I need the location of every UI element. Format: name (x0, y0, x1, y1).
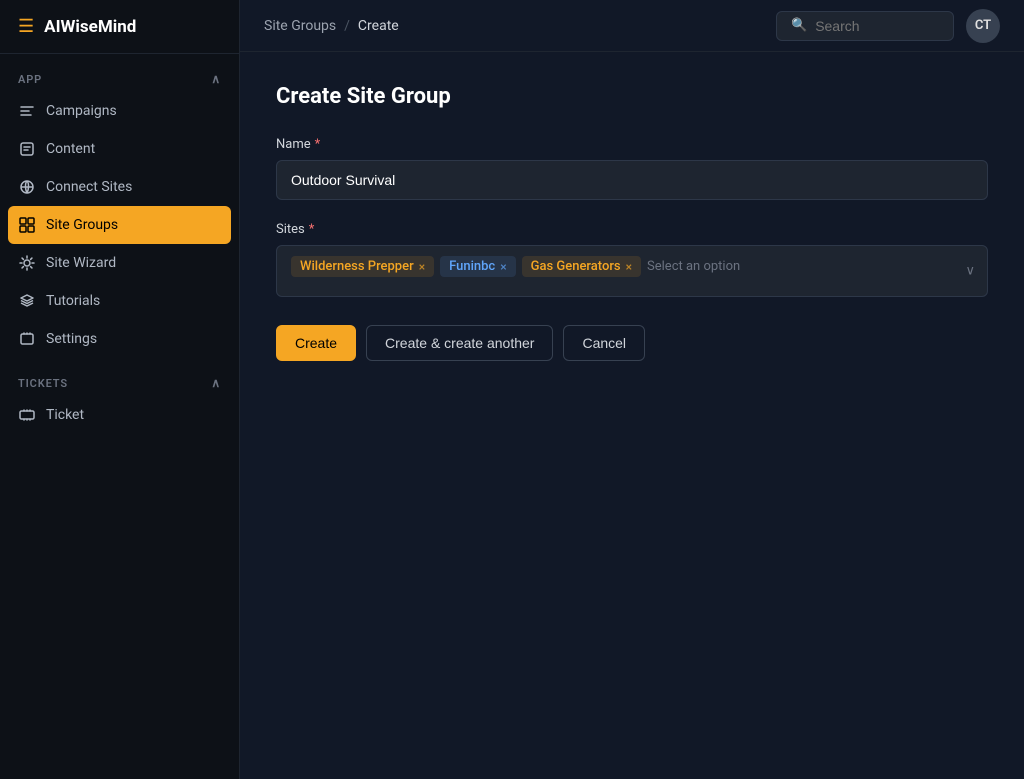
topbar: Site Groups / Create 🔍 CT (240, 0, 1024, 52)
connect-sites-label: Connect Sites (46, 179, 132, 195)
app-section-label: APP ∧ (0, 54, 239, 92)
sidebar-item-ticket[interactable]: Ticket (0, 396, 239, 434)
site-wizard-icon (18, 254, 36, 272)
page-title: Create Site Group (276, 84, 988, 109)
tickets-section-label: TICKETS ∧ (0, 358, 239, 396)
hamburger-icon[interactable]: ☰ (18, 16, 34, 37)
name-form-group: Name * (276, 137, 988, 200)
tag-gas: Gas Generators × (522, 256, 641, 277)
tag-wilderness-label: Wilderness Prepper (300, 259, 414, 274)
sidebar-item-site-wizard[interactable]: Site Wizard (0, 244, 239, 282)
sidebar-item-site-groups[interactable]: Site Groups (8, 206, 231, 244)
breadcrumb-current: Create (358, 18, 399, 34)
content-label: Content (46, 141, 95, 157)
app-section-chevron[interactable]: ∧ (211, 72, 221, 86)
sidebar-item-connect-sites[interactable]: Connect Sites (0, 168, 239, 206)
sites-select[interactable]: Wilderness Prepper × Funinbc × Gas Gener… (276, 245, 988, 297)
tag-funinbc-label: Funinbc (449, 259, 495, 274)
tag-wilderness-remove[interactable]: × (419, 260, 425, 274)
sidebar: ☰ AIWiseMind APP ∧ Campaigns Content Con… (0, 0, 240, 779)
campaigns-icon (18, 102, 36, 120)
main-area: Site Groups / Create 🔍 CT Create Site Gr… (240, 0, 1024, 779)
campaigns-label: Campaigns (46, 103, 117, 119)
tag-wilderness: Wilderness Prepper × (291, 256, 434, 277)
settings-icon (18, 330, 36, 348)
sites-select-inner: Wilderness Prepper × Funinbc × Gas Gener… (291, 256, 973, 277)
search-box[interactable]: 🔍 (776, 11, 954, 41)
name-input[interactable] (276, 160, 988, 200)
tutorials-icon (18, 292, 36, 310)
tag-funinbc-remove[interactable]: × (500, 260, 506, 274)
name-label: Name * (276, 137, 988, 152)
sites-form-group: Sites * Wilderness Prepper × Funinbc × G… (276, 222, 988, 297)
site-wizard-label: Site Wizard (46, 255, 116, 271)
site-groups-icon (18, 216, 36, 234)
sidebar-item-tutorials[interactable]: Tutorials (0, 282, 239, 320)
search-icon: 🔍 (791, 18, 807, 33)
breadcrumb-separator: / (344, 18, 350, 34)
avatar[interactable]: CT (966, 9, 1000, 43)
cancel-button[interactable]: Cancel (563, 325, 645, 361)
tickets-section-chevron[interactable]: ∧ (211, 376, 221, 390)
sidebar-item-settings[interactable]: Settings (0, 320, 239, 358)
tag-funinbc: Funinbc × (440, 256, 516, 277)
sidebar-header: ☰ AIWiseMind (0, 0, 239, 54)
ticket-icon (18, 406, 36, 424)
settings-label: Settings (46, 331, 97, 347)
breadcrumb: Site Groups / Create (264, 18, 399, 34)
ticket-label: Ticket (46, 407, 84, 423)
logo-text: AIWiseMind (44, 17, 136, 37)
sidebar-item-campaigns[interactable]: Campaigns (0, 92, 239, 130)
site-groups-label: Site Groups (46, 217, 118, 233)
sidebar-item-content[interactable]: Content (0, 130, 239, 168)
create-button[interactable]: Create (276, 325, 356, 361)
tag-gas-remove[interactable]: × (626, 260, 632, 274)
name-required-star: * (315, 137, 321, 152)
content-icon (18, 140, 36, 158)
sites-label: Sites * (276, 222, 988, 237)
button-group: Create Create & create another Cancel (276, 325, 988, 361)
create-another-button[interactable]: Create & create another (366, 325, 553, 361)
breadcrumb-parent[interactable]: Site Groups (264, 18, 336, 34)
search-input[interactable] (815, 18, 939, 34)
topbar-right: 🔍 CT (776, 9, 1000, 43)
sites-required-star: * (309, 222, 315, 237)
select-chevron-icon: ∨ (965, 264, 975, 279)
connect-sites-icon (18, 178, 36, 196)
tag-gas-label: Gas Generators (531, 259, 621, 274)
content-area: Create Site Group Name * Sites * Wildern… (240, 52, 1024, 779)
select-placeholder: Select an option (647, 257, 740, 276)
tutorials-label: Tutorials (46, 293, 100, 309)
